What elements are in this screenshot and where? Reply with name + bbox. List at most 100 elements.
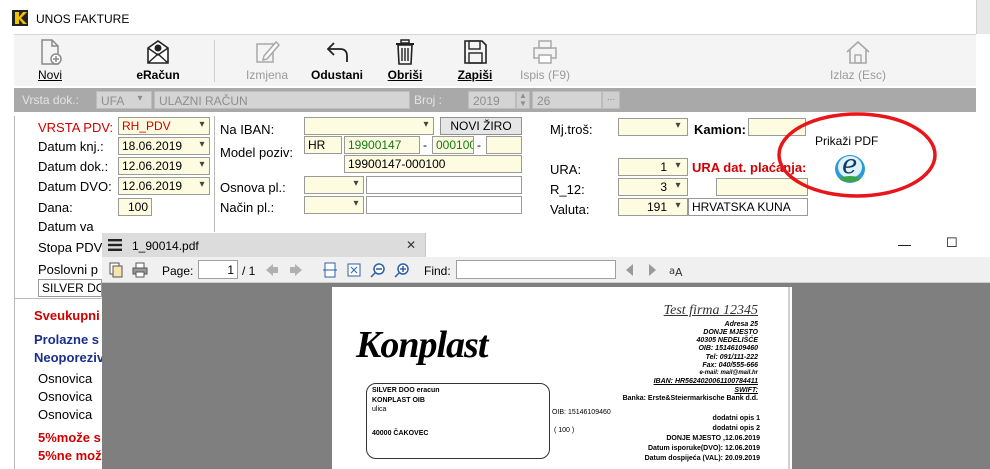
osnova-pl-label: Osnova pl.:: [220, 180, 286, 195]
printer-icon: [533, 40, 557, 64]
find-input[interactable]: [456, 260, 616, 279]
chevron-down-icon[interactable]: ▾: [194, 117, 210, 135]
chevron-down-icon[interactable]: ▾: [194, 177, 210, 195]
broj-year-field[interactable]: 2019: [468, 91, 516, 109]
invoice-info-line: DONJE MJESTO ,12.06.2019: [666, 435, 760, 442]
firm-address-line: DONJE MJESTO: [703, 329, 758, 336]
firm-title: Test firma 12345: [663, 303, 758, 318]
poziv-dash: -: [477, 138, 481, 152]
close-icon[interactable]: ✕: [406, 238, 416, 252]
iban-field[interactable]: [304, 117, 434, 135]
ispis-button[interactable]: Ispis (F9): [512, 38, 578, 86]
valuta-name-field: HRVATSKA KUNA: [688, 198, 808, 216]
firm-address-line: IBAN: HR5624020061100784411: [653, 378, 758, 385]
poziv-full-field: 19900147-000100: [344, 155, 522, 173]
nacin-pl-label: Način pl.:: [220, 200, 275, 215]
recipient-address-box: [366, 383, 550, 459]
moze-label: 5%može s: [38, 430, 101, 445]
firm-address-line: SWIFT:: [734, 387, 758, 394]
chevron-down-icon[interactable]: ▾: [418, 117, 434, 135]
eracun-button[interactable]: eRačun: [128, 38, 188, 86]
find-next-icon[interactable]: [644, 262, 660, 278]
window-title: UNOS FAKTURE: [36, 12, 130, 26]
recipient-line: KONPLAST OIB: [372, 397, 425, 404]
chevron-down-icon[interactable]: ▾: [670, 158, 686, 176]
previous-page-icon[interactable]: [264, 262, 280, 278]
section-divider: [14, 298, 102, 299]
datum-dvo-label: Datum DVO:: [38, 179, 112, 194]
find-label: Find:: [424, 264, 451, 278]
toolbar-separator: [214, 40, 215, 82]
dana-label: Dana:: [38, 200, 73, 215]
ne-moze-label: 5%ne mož: [38, 448, 102, 463]
recipient-city: 40000 ČAKOVEC: [372, 430, 429, 437]
poziv-part3-field[interactable]: [486, 136, 522, 154]
document-canvas[interactable]: Test firma 12345 Adresa 25 DONJE MJESTO …: [102, 283, 990, 469]
next-page-icon[interactable]: [288, 262, 304, 278]
novi-label: Novi: [37, 68, 62, 82]
odustani-button[interactable]: Odustani: [306, 38, 368, 86]
chevron-down-icon[interactable]: ▾: [670, 178, 686, 196]
poziv-dash: -: [423, 138, 427, 152]
izmjena-button[interactable]: Izmjena: [238, 38, 296, 86]
copy-icon[interactable]: [108, 262, 124, 278]
chevron-down-icon[interactable]: ▾: [194, 137, 210, 155]
minimize-icon[interactable]: —: [898, 237, 911, 252]
neoporezivo-label: Neoporeziv: [34, 350, 105, 365]
datum-valute-label: Datum va: [38, 219, 94, 234]
obrisi-button[interactable]: Obriši: [380, 38, 430, 86]
print-icon[interactable]: [132, 262, 148, 278]
zoom-out-icon[interactable]: [370, 262, 386, 278]
menu-icon[interactable]: [108, 239, 122, 251]
find-previous-icon[interactable]: [622, 262, 638, 278]
invoice-info-line: dodatni opis 2: [712, 425, 760, 432]
year-spinner-icon[interactable]: ▲ ▼: [516, 91, 530, 109]
trash-icon: [396, 39, 414, 65]
viewer-tab-title: 1_90014.pdf: [132, 239, 199, 253]
recipient-line: SILVER DOO eracun: [372, 387, 440, 394]
vrsta-dok-name-field: ULAZNI RAČUN: [154, 91, 410, 109]
poziv-part2-field[interactable]: 000100: [432, 136, 474, 154]
undo-arrow-icon: [326, 42, 348, 62]
match-case-icon[interactable]: aA: [668, 262, 684, 278]
pdf-page: Test firma 12345 Adresa 25 DONJE MJESTO …: [332, 287, 792, 469]
na-iban-label: Na IBAN:: [220, 122, 275, 137]
partner-field[interactable]: SILVER DO: [38, 279, 102, 297]
right-scroll-strip: [976, 0, 990, 34]
broj-lookup-button[interactable]: ...: [602, 91, 620, 109]
chevron-down-icon[interactable]: ▾: [348, 196, 364, 214]
fit-width-icon[interactable]: [322, 262, 338, 278]
fit-page-icon[interactable]: [346, 262, 362, 278]
zoom-in-icon[interactable]: [394, 262, 410, 278]
datum-knj-label: Datum knj.:: [38, 139, 104, 154]
recipient-line: ulica: [372, 406, 387, 413]
model-poziv-label: Model poziv:: [220, 145, 293, 160]
broj-number-field[interactable]: 26: [532, 91, 602, 109]
chevron-down-icon[interactable]: ▾: [670, 118, 686, 136]
window-titlebar: UNOS FAKTURE: [0, 0, 990, 34]
broj-label: Broj :: [414, 93, 443, 107]
vrsta-pdv-label: VRSTA PDV:: [38, 120, 114, 135]
chevron-down-icon[interactable]: ▾: [194, 157, 210, 175]
model-field[interactable]: HR: [304, 136, 342, 154]
poziv-part1-field[interactable]: 19900147: [344, 136, 420, 154]
chevron-down-icon[interactable]: ▾: [348, 176, 364, 194]
viewer-tab[interactable]: 1_90014.pdf ✕: [102, 233, 426, 257]
firm-address-line: 40305 NEDELIŠĆE: [696, 337, 758, 344]
page-number-input[interactable]: 1: [198, 260, 238, 279]
odustani-label: Odustani: [310, 68, 363, 82]
invoice-info-line: dodatni opis 1: [712, 415, 760, 422]
zapisi-button[interactable]: Zapiši: [450, 38, 500, 86]
pdf-viewer-window: 1_90014.pdf ✕ — ☐ Page: 1 / 1 Find: aA T…: [102, 233, 990, 469]
izlaz-button[interactable]: Izlaz (Esc): [814, 38, 902, 86]
chevron-down-icon[interactable]: ▾: [670, 198, 686, 216]
novi-ziro-button[interactable]: NOVI ŽIRO: [440, 117, 522, 135]
stopa-pdv-label: Stopa PDV: [38, 240, 103, 255]
novi-button[interactable]: Novi: [24, 38, 76, 86]
svg-text:A: A: [675, 266, 683, 278]
chevron-down-icon[interactable]: ▾: [130, 91, 150, 109]
dana-field[interactable]: 100: [118, 198, 152, 216]
invoice-info-line: Datum isporuke(DVO): 12.06.2019: [647, 445, 760, 452]
maximize-icon[interactable]: ☐: [946, 235, 958, 251]
envelope-icon: [147, 40, 169, 64]
